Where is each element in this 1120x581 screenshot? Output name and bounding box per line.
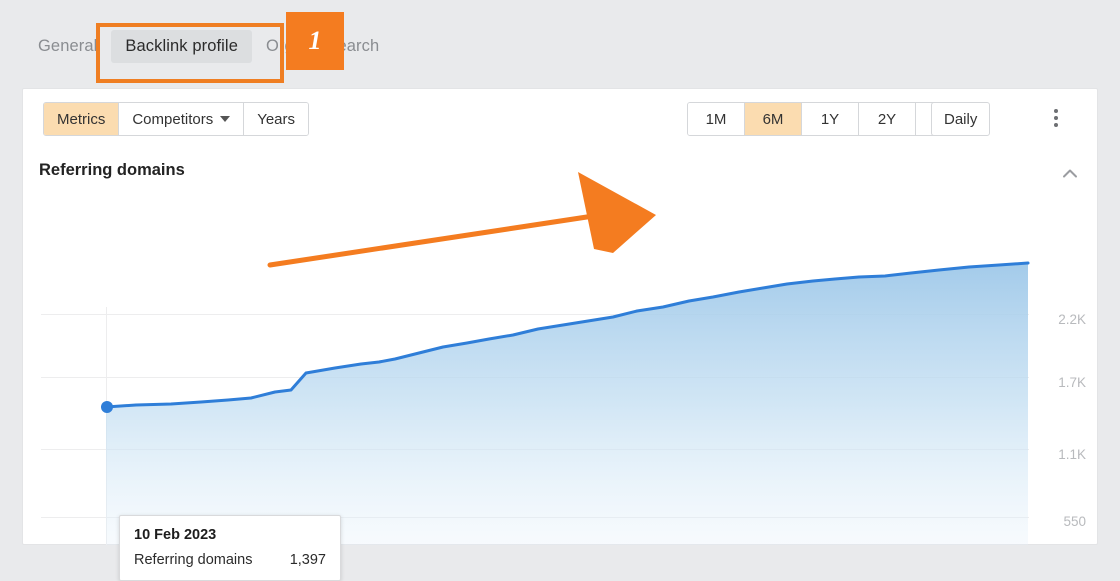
- granularity-label: Daily: [944, 110, 978, 128]
- tooltip-metric-label: Referring domains: [134, 552, 253, 568]
- referring-domains-card: Metrics Competitors Years 1M 6M 1Y 2Y Al…: [22, 88, 1098, 581]
- more-options-button[interactable]: [1043, 102, 1069, 134]
- annotation-step-badge: 1: [286, 12, 344, 70]
- kebab-dot: [1054, 116, 1058, 120]
- kebab-dot: [1054, 109, 1058, 113]
- kebab-dot: [1054, 123, 1058, 127]
- tooltip-date: 10 Feb 2023: [134, 527, 217, 543]
- chart-highlight-point: [101, 401, 113, 413]
- chart-area-fill: [106, 263, 1028, 545]
- referring-domains-chart: G G a G a: [41, 261, 1086, 545]
- metrics-button-group: Metrics Competitors Years: [43, 102, 310, 136]
- y-tick: 2.2K: [1058, 312, 1086, 327]
- range-button-1y[interactable]: 1Y: [802, 103, 859, 135]
- range-button-6m[interactable]: 6M: [745, 103, 802, 135]
- chart-toolbar: Metrics Competitors Years 1M 6M 1Y 2Y Al…: [23, 89, 1097, 151]
- range-button-1m[interactable]: 1M: [688, 103, 745, 135]
- granularity-dropdown[interactable]: Daily: [931, 102, 991, 136]
- metrics-button[interactable]: Metrics: [44, 103, 120, 135]
- range-button-2y[interactable]: 2Y: [859, 103, 916, 135]
- chevron-up-icon[interactable]: [1059, 163, 1081, 185]
- y-tick: 1.7K: [1058, 375, 1086, 390]
- years-button[interactable]: Years: [244, 103, 309, 135]
- tabs-bar: General Backlink profile Organic search …: [0, 0, 1120, 88]
- chart-tooltip: 10 Feb 2023 Referring domains 1,397: [119, 515, 341, 581]
- tooltip-metric-value: 1,397: [289, 552, 326, 568]
- chart-title: Referring domains: [39, 161, 185, 179]
- chart-plot-area[interactable]: G G a G a: [23, 197, 1097, 581]
- y-axis-tick-labels: 2.2K 1.7K 1.1K 550 0: [1058, 312, 1086, 529]
- tab-general[interactable]: General: [24, 30, 111, 63]
- y-tick: 1.1K: [1058, 447, 1086, 462]
- competitors-label: Competitors: [132, 110, 214, 128]
- chart-header: Referring domains: [23, 151, 1097, 197]
- y-tick: 550: [1063, 514, 1086, 529]
- chevron-down-icon: [220, 116, 231, 122]
- competitors-dropdown-button[interactable]: Competitors: [119, 103, 245, 135]
- tooltip-metric-row: Referring domains 1,397: [134, 552, 326, 568]
- tab-backlink-profile[interactable]: Backlink profile: [111, 30, 252, 63]
